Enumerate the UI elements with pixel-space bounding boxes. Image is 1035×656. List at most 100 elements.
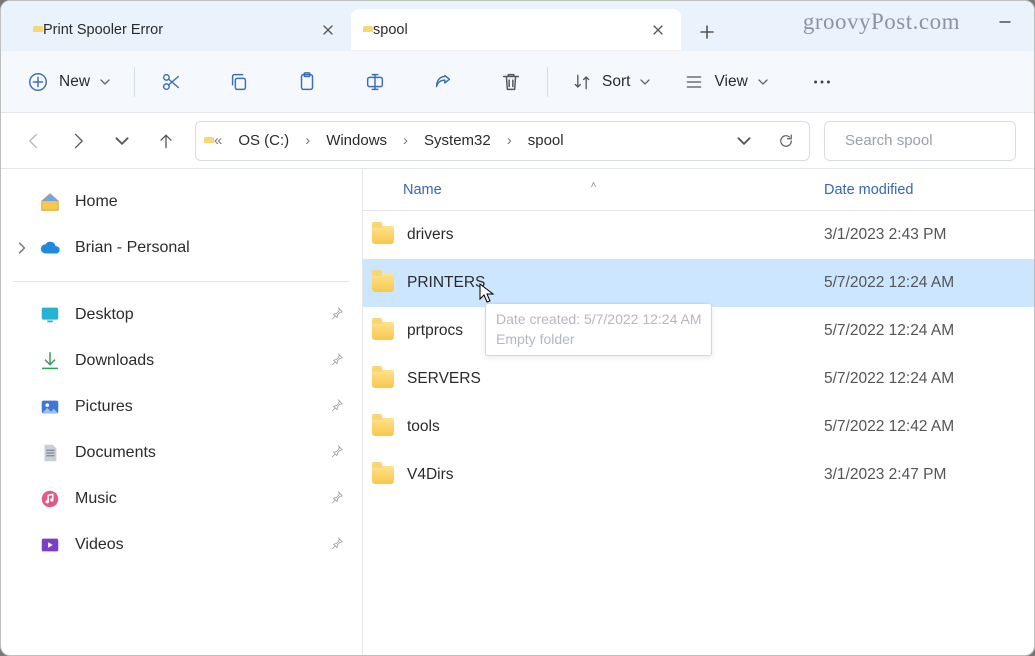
sidebar-item-label: Downloads bbox=[75, 352, 154, 370]
folder-name: tools bbox=[403, 418, 824, 436]
cut-button[interactable] bbox=[151, 62, 191, 102]
sidebar-item-onedrive[interactable]: Brian - Personal bbox=[5, 225, 358, 271]
search-box[interactable] bbox=[824, 121, 1016, 161]
paste-button[interactable] bbox=[287, 62, 327, 102]
copy-button[interactable] bbox=[219, 62, 259, 102]
up-button[interactable] bbox=[151, 121, 181, 161]
trash-icon bbox=[500, 71, 522, 93]
folder-icon bbox=[363, 274, 403, 292]
breadcrumb-segment[interactable]: System32 bbox=[418, 128, 497, 153]
sort-button[interactable]: Sort bbox=[564, 62, 658, 102]
folder-row[interactable]: PRINTERS5/7/2022 12:24 AM bbox=[363, 259, 1034, 307]
tooltip-line: Empty folder bbox=[496, 330, 701, 350]
refresh-button[interactable] bbox=[767, 123, 805, 159]
recent-locations-button[interactable] bbox=[107, 121, 137, 161]
sidebar-item-desktop[interactable]: Desktop bbox=[5, 292, 358, 338]
sidebar-item-label: Videos bbox=[75, 536, 124, 554]
folder-icon bbox=[363, 226, 403, 244]
close-tab-button[interactable] bbox=[317, 19, 339, 41]
documents-icon bbox=[39, 442, 61, 464]
view-label: View bbox=[714, 73, 747, 91]
downloads-icon bbox=[39, 350, 61, 372]
tooltip: Date created: 5/7/2022 12:24 AM Empty fo… bbox=[485, 303, 712, 356]
rename-button[interactable] bbox=[355, 62, 395, 102]
window-controls: groovyPost.com bbox=[803, 7, 1020, 37]
folder-date: 5/7/2022 12:24 AM bbox=[824, 322, 1034, 340]
sort-icon bbox=[572, 72, 592, 92]
delete-button[interactable] bbox=[491, 62, 531, 102]
sidebar-item-documents[interactable]: Documents bbox=[5, 430, 358, 476]
breadcrumb-segment[interactable]: OS (C:) bbox=[232, 128, 295, 153]
forward-button[interactable] bbox=[63, 121, 93, 161]
new-tab-button[interactable] bbox=[687, 13, 727, 51]
folder-icon bbox=[363, 322, 403, 340]
copy-icon bbox=[228, 71, 250, 93]
breadcrumb-segment[interactable]: Windows bbox=[320, 128, 393, 153]
pin-icon bbox=[330, 490, 344, 509]
sidebar-item-label: Pictures bbox=[75, 398, 133, 416]
folder-date: 5/7/2022 12:24 AM bbox=[824, 274, 1034, 292]
sidebar-item-label: Documents bbox=[75, 444, 156, 462]
videos-icon bbox=[39, 534, 61, 556]
more-icon bbox=[811, 71, 833, 93]
tab-spool[interactable]: spool bbox=[351, 9, 681, 51]
sidebar-item-downloads[interactable]: Downloads bbox=[5, 338, 358, 384]
column-date-label: Date modified bbox=[824, 182, 913, 198]
clipboard-icon bbox=[296, 71, 318, 93]
pin-icon bbox=[330, 536, 344, 555]
pin-icon bbox=[330, 306, 344, 325]
folder-date: 5/7/2022 12:42 AM bbox=[824, 418, 1034, 436]
pin-icon bbox=[330, 444, 344, 463]
tab-print-spooler-error[interactable]: Print Spooler Error bbox=[21, 9, 351, 51]
folder-name: V4Dirs bbox=[403, 466, 824, 484]
chevron-down-icon bbox=[758, 77, 768, 87]
tab-label: Print Spooler Error bbox=[43, 22, 307, 38]
expander-icon[interactable] bbox=[13, 239, 31, 257]
pin-icon bbox=[330, 352, 344, 371]
sidebar-item-pictures[interactable]: Pictures bbox=[5, 384, 358, 430]
sort-indicator-icon: ˄ bbox=[591, 180, 597, 191]
close-tab-button[interactable] bbox=[647, 19, 669, 41]
share-button[interactable] bbox=[423, 62, 463, 102]
folder-icon bbox=[363, 370, 403, 388]
view-button[interactable]: View bbox=[676, 62, 775, 102]
minimize-button[interactable] bbox=[990, 7, 1020, 37]
separator bbox=[134, 67, 135, 97]
history-dropdown-button[interactable] bbox=[725, 123, 763, 159]
body: Home Brian - Personal Desktop Downloads bbox=[1, 169, 1034, 655]
sidebar-item-home[interactable]: Home bbox=[5, 179, 358, 225]
folder-row[interactable]: tools5/7/2022 12:42 AM bbox=[363, 403, 1034, 451]
folder-row[interactable]: SERVERS5/7/2022 12:24 AM bbox=[363, 355, 1034, 403]
sidebar-item-music[interactable]: Music bbox=[5, 476, 358, 522]
column-name[interactable]: ˄ Name bbox=[363, 182, 824, 198]
more-button[interactable] bbox=[802, 62, 842, 102]
folder-name: SERVERS bbox=[403, 370, 824, 388]
sidebar-item-label: Desktop bbox=[75, 306, 134, 324]
desktop-icon bbox=[39, 304, 61, 326]
folder-icon bbox=[363, 466, 403, 484]
rename-icon bbox=[364, 71, 386, 93]
column-date[interactable]: Date modified bbox=[824, 182, 1034, 198]
file-pane: ˄ Name Date modified drivers3/1/2023 2:4… bbox=[363, 169, 1034, 655]
chevron-right-icon: › bbox=[501, 128, 518, 153]
plus-circle-icon bbox=[27, 71, 49, 93]
scissors-icon bbox=[160, 71, 182, 93]
share-icon bbox=[432, 71, 454, 93]
nav-row: « OS (C:) › Windows › System32 › spool bbox=[1, 113, 1034, 169]
breadcrumb-segment[interactable]: spool bbox=[522, 128, 570, 153]
new-button[interactable]: New bbox=[19, 62, 118, 102]
folder-row[interactable]: V4Dirs3/1/2023 2:47 PM bbox=[363, 451, 1034, 499]
music-icon bbox=[39, 488, 61, 510]
pictures-icon bbox=[39, 396, 61, 418]
sidebar-item-label: Home bbox=[75, 193, 118, 211]
file-list[interactable]: drivers3/1/2023 2:43 PMPRINTERS5/7/2022 … bbox=[363, 211, 1034, 655]
back-button[interactable] bbox=[19, 121, 49, 161]
search-input[interactable] bbox=[843, 131, 1035, 150]
chevron-down-icon bbox=[640, 77, 650, 87]
column-headers: ˄ Name Date modified bbox=[363, 169, 1034, 211]
address-bar[interactable]: « OS (C:) › Windows › System32 › spool bbox=[195, 121, 810, 161]
pin-icon bbox=[330, 398, 344, 417]
folder-row[interactable]: drivers3/1/2023 2:43 PM bbox=[363, 211, 1034, 259]
sidebar-item-label: Brian - Personal bbox=[75, 239, 190, 257]
sidebar-item-videos[interactable]: Videos bbox=[5, 522, 358, 568]
